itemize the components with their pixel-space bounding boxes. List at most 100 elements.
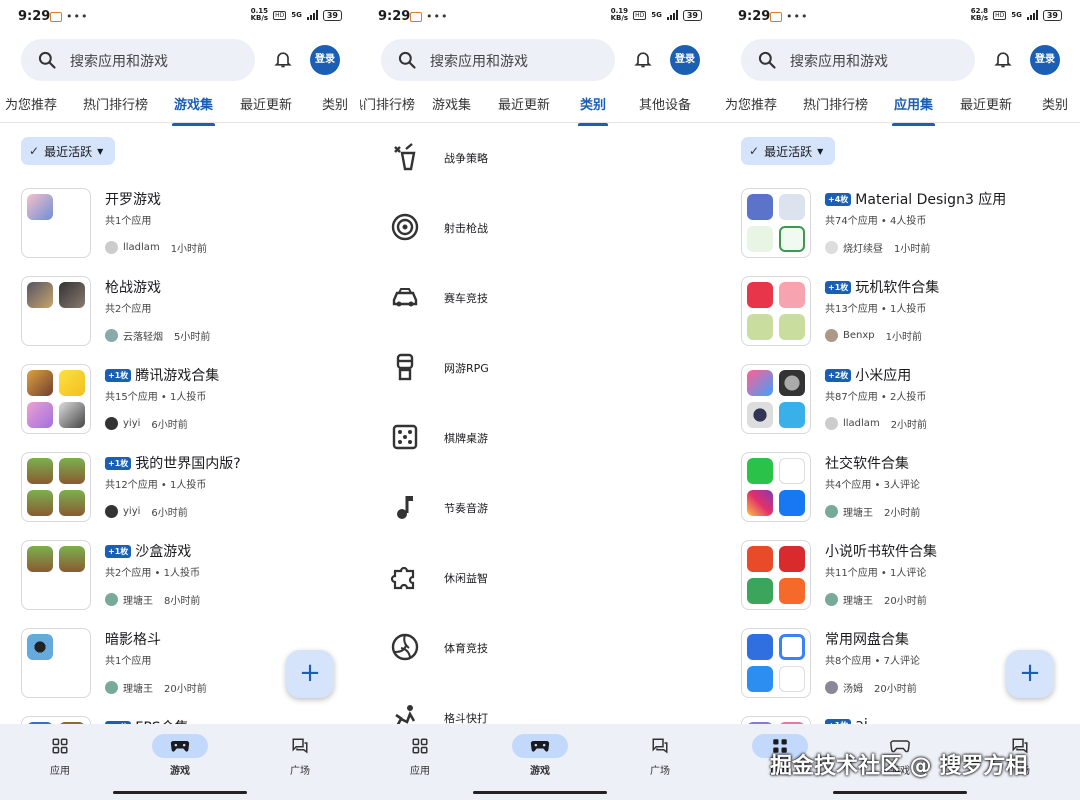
tab-categories[interactable]: 类别: [577, 94, 609, 126]
sort-chip[interactable]: ✓ 最近活跃 ▼: [741, 137, 836, 165]
tab-recent-updates[interactable]: 最近更新: [960, 94, 1012, 113]
item-title: 沙盒游戏: [135, 544, 192, 560]
item-title: 常用网盘合集: [825, 632, 909, 648]
collection-thumbnail: [21, 540, 91, 610]
list-item[interactable]: +1枚 我的世界国内版? 共12个应用 • 1人投币 yiyi 6小时前: [21, 452, 341, 524]
bell-icon[interactable]: [993, 49, 1013, 69]
nav-apps[interactable]: 应用: [380, 734, 460, 777]
login-button[interactable]: 登录: [1030, 45, 1060, 75]
list-item[interactable]: 枪战游戏 共2个应用 云落轻烟 5小时前: [21, 276, 341, 348]
category-item[interactable]: 赛车竞技: [390, 278, 690, 318]
net-speed: 62.8 KB/s: [970, 7, 989, 22]
add-fab-button[interactable]: +: [286, 650, 334, 698]
tab-categories[interactable]: 类别: [1042, 94, 1068, 113]
list-item[interactable]: 社交软件合集 共4个应用 • 3人评论 理塘王 2小时前: [741, 452, 1061, 524]
item-subtitle: 共74个应用 • 4人投币: [825, 216, 927, 227]
status-time: 9:29: [18, 9, 51, 24]
category-item[interactable]: 战争策略: [390, 138, 690, 178]
tab-game-collections[interactable]: 游戏集: [171, 94, 216, 126]
nav-square[interactable]: 广场: [260, 734, 340, 777]
check-icon: ✓: [749, 144, 760, 158]
status-time: 9:29: [738, 9, 771, 24]
nav-label: 应用: [50, 766, 70, 777]
sort-chip-label: 最近活跃: [44, 144, 93, 159]
bell-icon[interactable]: [633, 49, 653, 69]
tab-game-collections[interactable]: 游戏集: [432, 94, 471, 113]
music-note-icon: [397, 496, 413, 519]
list-item[interactable]: +2枚 小米应用 共87个应用 • 2人投币 lladlam 2小时前: [741, 364, 1061, 436]
app-icon: [747, 282, 773, 308]
nav-square[interactable]: 广场: [620, 734, 700, 777]
status-bar: 9:29 ••• 0.19 KB/s HD 5G 39: [360, 0, 720, 34]
avatar: [105, 505, 118, 518]
app-icon: [59, 546, 85, 572]
app-icon: [27, 490, 53, 516]
item-title: 小米应用: [855, 368, 912, 384]
list-item[interactable]: +1枚 沙盒游戏 共2个应用 • 1人投币 理塘王 8小时前: [21, 540, 341, 612]
category-item[interactable]: 体育竞技: [390, 628, 690, 668]
category-item[interactable]: 网游RPG: [390, 348, 690, 388]
bell-icon[interactable]: [273, 49, 293, 69]
search-bar[interactable]: 搜索应用和游戏: [741, 39, 975, 81]
app-icon: [747, 458, 773, 484]
search-bar[interactable]: 搜索应用和游戏: [381, 39, 615, 81]
login-button[interactable]: 登录: [670, 45, 700, 75]
list-item[interactable]: +4枚 Material Design3 应用 共74个应用 • 4人投币 烧灯续…: [741, 188, 1061, 260]
5g-label: 5G: [1011, 11, 1022, 19]
avatar: [825, 505, 838, 518]
item-subtitle: 共8个应用 • 7人评论: [825, 656, 920, 667]
collection-thumbnail: [21, 628, 91, 698]
search-placeholder: 搜索应用和游戏: [430, 54, 528, 70]
sort-chip[interactable]: ✓ 最近活跃 ▼: [21, 137, 116, 165]
list-item[interactable]: 小说听书软件合集 共11个应用 • 1人评论 理塘王 20小时前: [741, 540, 1061, 612]
tab-top-charts[interactable]: 热门排行榜: [83, 94, 148, 113]
login-button[interactable]: 登录: [310, 45, 340, 75]
tab-recommended[interactable]: 为您推荐: [725, 94, 777, 113]
category-item[interactable]: 休闲益智: [390, 558, 690, 598]
category-item[interactable]: 节奏音游: [390, 488, 690, 528]
tab-recommended[interactable]: 为您推荐: [5, 94, 57, 113]
item-author: 云落轻烟 5小时前: [105, 328, 210, 343]
grid-icon: [52, 738, 68, 754]
item-subtitle: 共15个应用 • 1人投币: [105, 392, 207, 403]
collection-thumbnail: [741, 452, 811, 522]
list-item[interactable]: +1枚 玩机软件合集 共13个应用 • 1人投币 Benxp 1小时前: [741, 276, 1061, 348]
tab-recent-updates[interactable]: 最近更新: [498, 94, 550, 113]
tab-recent-updates[interactable]: 最近更新: [240, 94, 292, 113]
app-icon: [59, 282, 85, 308]
item-subtitle: 共13个应用 • 1人投币: [825, 304, 927, 315]
nav-games[interactable]: 游戏: [140, 734, 220, 777]
check-icon: ✓: [29, 144, 40, 158]
add-fab-button[interactable]: +: [1006, 650, 1054, 698]
category-item[interactable]: 射击枪战: [390, 208, 690, 248]
nav-apps[interactable]: 应用: [20, 734, 100, 777]
app-icon: [779, 546, 805, 572]
category-label: 赛车竞技: [444, 292, 488, 305]
bottom-nav: 应用 游戏 广场: [0, 724, 360, 800]
item-subtitle: 共4个应用 • 3人评论: [825, 480, 920, 491]
tab-categories[interactable]: 类别: [322, 94, 348, 113]
tab-top-charts[interactable]: 热门排行榜: [360, 94, 415, 113]
avatar: [825, 417, 838, 430]
item-title: 暗影格斗: [105, 632, 161, 648]
app-icon: [27, 402, 53, 428]
gallery-icon: [770, 11, 782, 22]
nav-games[interactable]: 游戏: [500, 734, 580, 777]
item-title: 开罗游戏: [105, 192, 161, 208]
list-item[interactable]: +1枚 腾讯游戏合集 共15个应用 • 1人投币 yiyi 6小时前: [21, 364, 341, 436]
category-item[interactable]: 棋牌桌游: [390, 418, 690, 458]
item-title-row: +2枚 小米应用: [825, 365, 911, 385]
car-icon: [392, 288, 418, 307]
tab-top-charts[interactable]: 热门排行榜: [803, 94, 868, 113]
collection-thumbnail: [21, 276, 91, 346]
tab-other-devices[interactable]: 其他设备: [639, 94, 691, 113]
search-bar[interactable]: 搜索应用和游戏: [21, 39, 255, 81]
tab-app-collections[interactable]: 应用集: [891, 94, 936, 126]
list-item[interactable]: 开罗游戏 共1个应用 lladlam 1小时前: [21, 188, 341, 260]
signal-icon: [306, 10, 318, 20]
app-icon: [27, 634, 53, 660]
app-icon: [779, 666, 805, 692]
coin-badge: +1枚: [105, 456, 132, 470]
collection-thumbnail: [21, 364, 91, 434]
category-label: 体育竞技: [444, 642, 488, 655]
